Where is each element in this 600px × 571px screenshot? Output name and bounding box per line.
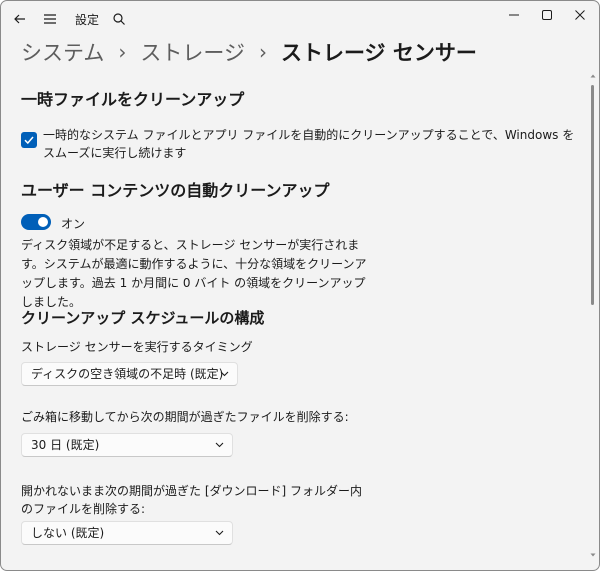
breadcrumb-separator: › (118, 40, 127, 64)
toggle-knob (38, 217, 48, 227)
breadcrumb: システム › ストレージ › ストレージ センサー (21, 35, 477, 69)
schedule-heading: クリーンアップ スケジュールの構成 (21, 309, 265, 327)
run-timing-label: ストレージ センサーを実行するタイミング (21, 340, 253, 354)
minimize-icon (509, 14, 519, 16)
checkmark-icon (24, 136, 34, 145)
scroll-up-icon[interactable] (590, 73, 596, 79)
recycle-bin-value: 30 日 (既定) (31, 438, 100, 452)
run-timing-dropdown[interactable]: ディスクの空き領域の不足時 (既定) (21, 362, 238, 386)
auto-cleanup-heading: ユーザー コンテンツの自動クリーンアップ (21, 181, 330, 200)
chevron-down-icon (220, 371, 229, 377)
downloads-value: しない (既定) (31, 526, 105, 540)
app-title: 設定 (75, 13, 100, 27)
hamburger-menu-icon[interactable] (41, 10, 59, 28)
recycle-bin-label: ごみ箱に移動してから次の期間が過ぎたファイルを削除する: (21, 410, 349, 424)
scrollbar-thumb[interactable] (591, 85, 594, 305)
vertical-scrollbar[interactable] (590, 71, 596, 561)
temp-files-checkbox-label: 一時的なシステム ファイルとアプリ ファイルを自動的にクリーンアップすることで、… (43, 128, 575, 160)
title-bar: 設定 (1, 1, 599, 37)
page-title: ストレージ センサー (280, 41, 477, 65)
settings-window: 設定 システム › ストレージ › ストレージ センサー 一時ファイルをクリーン… (0, 0, 600, 571)
close-button[interactable] (557, 1, 599, 31)
chevron-down-icon (215, 530, 224, 536)
recycle-bin-dropdown[interactable]: 30 日 (既定) (21, 433, 233, 457)
temp-files-checkbox[interactable] (21, 132, 37, 148)
search-icon[interactable] (112, 11, 126, 25)
close-icon (575, 10, 585, 20)
breadcrumb-item-system[interactable]: システム (21, 37, 104, 67)
auto-cleanup-description: ディスク領域が不足すると、ストレージ センサーが実行されます。システムが最適に動… (21, 238, 367, 309)
run-timing-value: ディスクの空き領域の不足時 (既定) (31, 367, 224, 381)
scroll-down-icon[interactable] (590, 552, 596, 558)
back-arrow-icon[interactable] (11, 10, 29, 28)
maximize-icon (542, 10, 552, 20)
breadcrumb-separator: › (258, 40, 267, 64)
downloads-dropdown[interactable]: しない (既定) (21, 521, 233, 545)
downloads-label: 開かれないまま次の期間が過ぎた [ダウンロード] フォルダー内のファイルを削除す… (21, 484, 362, 516)
auto-cleanup-toggle[interactable] (21, 214, 51, 230)
toggle-state-label: オン (61, 217, 86, 231)
temp-files-heading: 一時ファイルをクリーンアップ (21, 90, 245, 109)
breadcrumb-item-storage[interactable]: ストレージ (140, 37, 245, 67)
chevron-down-icon (215, 442, 224, 448)
